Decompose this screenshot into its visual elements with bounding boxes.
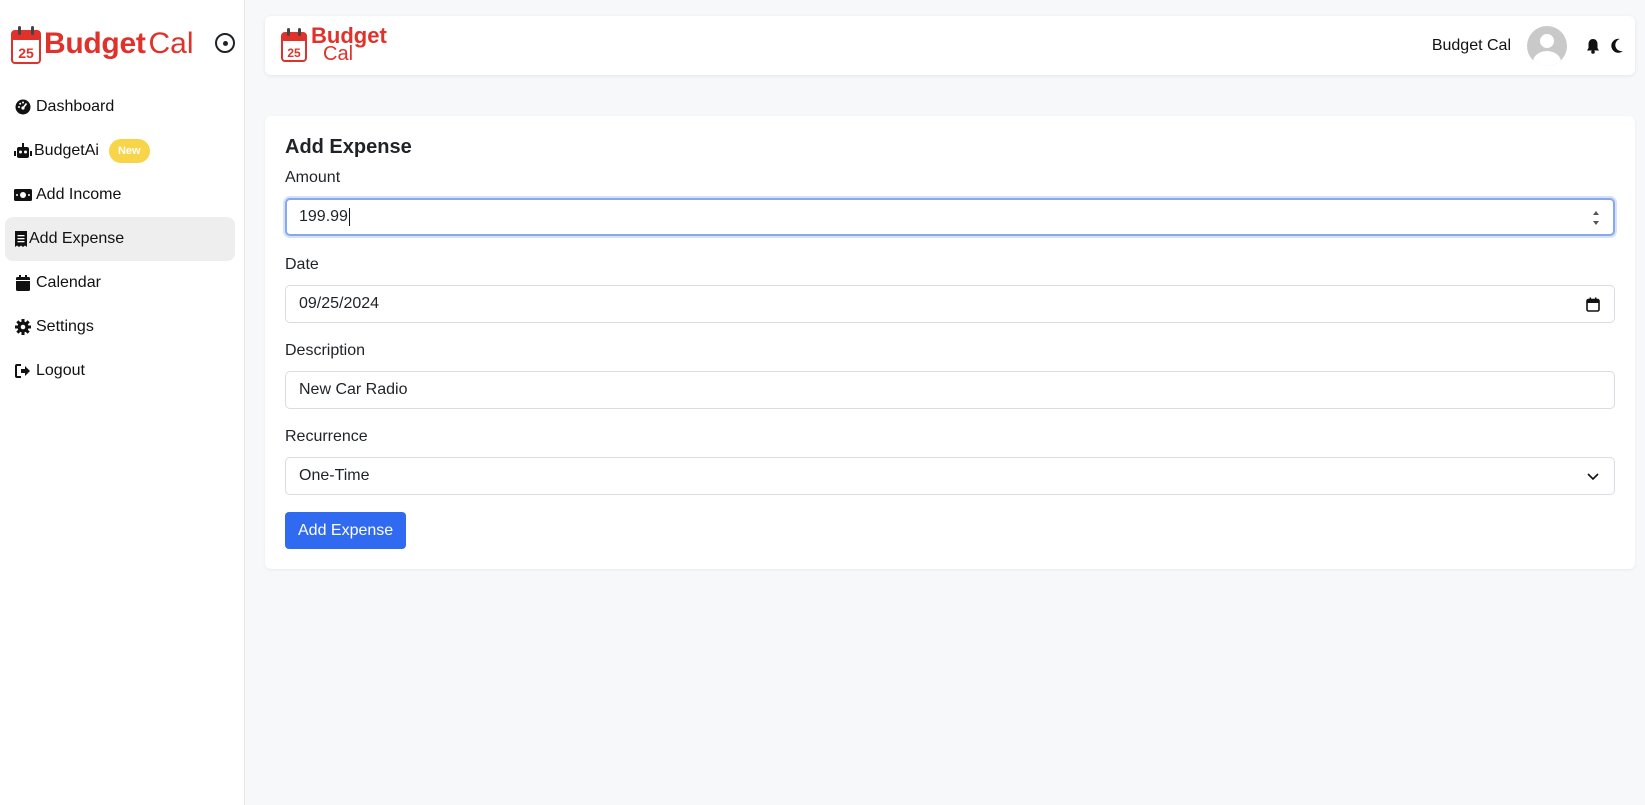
- bell-icon[interactable]: [1583, 36, 1603, 56]
- page-title: Add Expense: [285, 136, 412, 158]
- sidebar-item-label: Dashboard: [36, 98, 115, 115]
- description-value: New Car Radio: [299, 381, 408, 398]
- avatar[interactable]: [1527, 26, 1567, 66]
- logout-icon: [14, 362, 32, 380]
- svg-text:25: 25: [18, 45, 34, 61]
- robot-icon: [14, 142, 32, 160]
- sidebar-item-label: BudgetAi: [34, 142, 99, 159]
- sidebar-item-label: Add Income: [36, 186, 122, 203]
- header-user-name: Budget Cal: [1431, 37, 1511, 54]
- chevron-down-icon: [1584, 467, 1602, 485]
- header-logo[interactable]: 25 Budget Cal: [281, 25, 387, 64]
- calendar-logo-icon: 25: [281, 28, 307, 62]
- sidebar-toggle-button[interactable]: [215, 33, 235, 53]
- text-caret: [348, 208, 350, 226]
- date-value: 09/25/2024: [299, 295, 380, 312]
- sidebar-item-dashboard[interactable]: Dashboard: [5, 85, 235, 129]
- recurrence-select[interactable]: One-Time: [285, 457, 1615, 495]
- sidebar-item-label: Add Expense: [29, 230, 125, 247]
- add-expense-card: Add Expense Amount 199.99 Date 09/25/202…: [265, 116, 1635, 569]
- date-label: Date: [285, 256, 319, 273]
- sidebar-item-calendar[interactable]: Calendar: [5, 261, 235, 305]
- add-expense-button[interactable]: Add Expense: [285, 512, 407, 549]
- money-icon: [14, 186, 32, 204]
- recurrence-label: Recurrence: [285, 428, 368, 445]
- amount-input[interactable]: 199.99: [285, 198, 1615, 236]
- description-input[interactable]: New Car Radio: [285, 371, 1615, 409]
- gear-icon: [14, 318, 32, 336]
- sidebar-item-label: Calendar: [36, 274, 101, 291]
- sidebar-logo[interactable]: 25 Budget Cal: [10, 20, 194, 68]
- sidebar: 25 Budget Cal Dashboard BudgetAi New Add…: [0, 0, 245, 805]
- brand-bold-text: Budget: [44, 27, 146, 60]
- calendar-logo-icon: 25: [11, 26, 41, 64]
- toggle-dot-icon: [222, 40, 228, 46]
- sidebar-item-add-income[interactable]: Add Income: [5, 173, 235, 217]
- date-input[interactable]: 09/25/2024: [285, 285, 1615, 323]
- new-badge: New: [108, 139, 150, 163]
- description-label: Description: [285, 342, 366, 359]
- top-header: 25 Budget Cal Budget Cal: [265, 16, 1635, 75]
- amount-label: Amount: [285, 169, 341, 186]
- calendar-picker-icon[interactable]: [1584, 295, 1602, 313]
- svg-text:25: 25: [287, 46, 301, 60]
- amount-value: 199.99: [299, 208, 348, 225]
- sidebar-item-settings[interactable]: Settings: [5, 305, 235, 349]
- sidebar-item-budgetai[interactable]: BudgetAi New: [5, 129, 235, 173]
- number-spinner[interactable]: [1591, 207, 1601, 229]
- brand-light-text: Cal: [148, 27, 194, 60]
- sidebar-item-add-expense[interactable]: Add Expense: [5, 217, 235, 261]
- sidebar-item-label: Settings: [36, 318, 94, 335]
- receipt-icon: [14, 230, 27, 248]
- sidebar-item-label: Logout: [36, 362, 85, 379]
- calendar-icon: [14, 274, 32, 292]
- sidebar-item-logout[interactable]: Logout: [5, 349, 235, 393]
- dashboard-icon: [14, 98, 32, 116]
- sidebar-nav: Dashboard BudgetAi New Add Income Add Ex…: [5, 85, 235, 393]
- moon-icon[interactable]: [1607, 36, 1627, 56]
- recurrence-value: One-Time: [299, 467, 370, 484]
